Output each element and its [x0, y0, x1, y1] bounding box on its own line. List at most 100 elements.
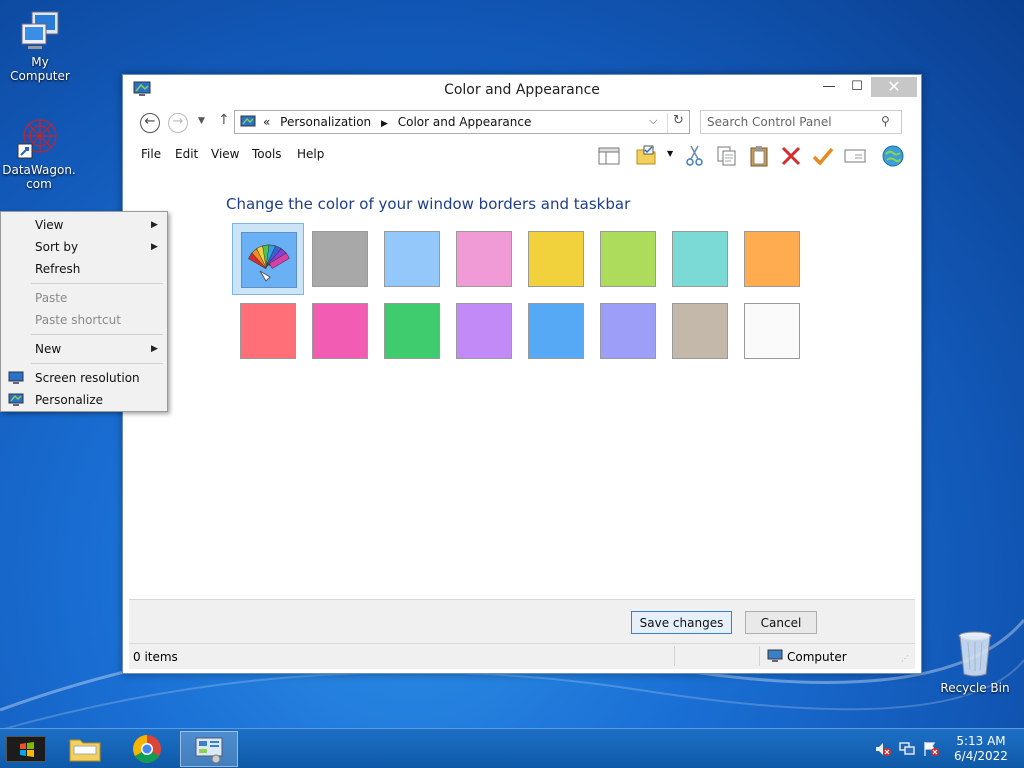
color-swatch-fill	[241, 232, 297, 288]
color-swatch-periwinkle[interactable]	[592, 295, 664, 367]
submenu-arrow-icon: ▶	[151, 220, 158, 230]
color-swatch-custom-color[interactable]	[232, 223, 304, 295]
breadcrumb-separator-icon: ▶	[380, 119, 388, 129]
control-panel-icon	[240, 115, 256, 127]
computer-icon	[21, 11, 59, 49]
taskbar-file-explorer[interactable]	[62, 731, 108, 767]
taskbar-chrome[interactable]	[124, 731, 170, 767]
color-swatch-lime[interactable]	[592, 223, 664, 295]
color-swatch-red[interactable]	[232, 295, 304, 367]
search-box[interactable]: ⚲	[700, 110, 902, 134]
forward-button[interactable]: →	[168, 113, 188, 133]
ctx-sort-by[interactable]: Sort by	[35, 240, 78, 254]
search-icon: ⚲	[881, 114, 890, 128]
menu-file[interactable]: File	[141, 147, 161, 161]
chrome-icon	[133, 735, 161, 763]
save-changes-button[interactable]: Save changes	[631, 611, 732, 634]
submenu-arrow-icon: ▶	[151, 242, 158, 252]
ctx-view[interactable]: View	[35, 218, 63, 232]
ctx-screen-resolution[interactable]: Screen resolution	[35, 371, 140, 385]
folder-checkbox-icon[interactable]	[635, 144, 659, 168]
menu-help[interactable]: Help	[297, 147, 324, 161]
ctx-paste: Paste	[35, 291, 68, 305]
color-swatch-fill	[744, 303, 800, 359]
action-bar: Save changes Cancel	[129, 599, 915, 643]
desktop-icon-my-computer[interactable]: My Computer	[0, 10, 80, 83]
globe-icon[interactable]	[881, 144, 905, 168]
color-swatch-purple[interactable]	[448, 295, 520, 367]
color-swatch-teal[interactable]	[664, 223, 736, 295]
ctx-new[interactable]: New	[35, 342, 61, 356]
datawagon-logo-icon	[17, 119, 57, 159]
up-arrow-icon[interactable]: ↑	[218, 112, 230, 128]
address-bar[interactable]: « Personalization ▶ Color and Appearance…	[234, 110, 690, 134]
network-icon[interactable]	[898, 741, 916, 757]
back-button[interactable]: ←	[140, 113, 160, 133]
color-swatch-fill	[528, 231, 584, 287]
menu-separator	[31, 363, 163, 364]
recent-pages-chevron-icon[interactable]: ▼	[198, 116, 205, 126]
breadcrumb: « Personalization ▶ Color and Appearance	[263, 115, 537, 129]
paste-icon[interactable]	[747, 144, 771, 168]
system-clock[interactable]: 5:13 AM 6/4/2022	[948, 734, 1014, 764]
color-swatch-fill	[384, 231, 440, 287]
color-swatch-fill	[240, 303, 296, 359]
copy-icon[interactable]	[715, 144, 739, 168]
minimize-button[interactable]: —	[815, 77, 843, 97]
color-swatch-white[interactable]	[736, 295, 808, 367]
refresh-button[interactable]: ↻	[667, 113, 689, 133]
cancel-button[interactable]: Cancel	[745, 611, 817, 634]
color-swatch-magenta[interactable]	[304, 295, 376, 367]
clock-date: 6/4/2022	[954, 749, 1008, 763]
properties-icon[interactable]	[843, 144, 867, 168]
color-swatch-orange[interactable]	[736, 223, 808, 295]
menu-separator	[31, 283, 163, 284]
volume-muted-icon[interactable]	[874, 741, 892, 757]
desktop-icon-recycle-bin[interactable]: Recycle Bin	[935, 630, 1015, 695]
folder-icon	[69, 739, 101, 762]
breadcrumb-overflow[interactable]: «	[263, 115, 270, 129]
color-swatch-taupe[interactable]	[664, 295, 736, 367]
color-swatch-gray[interactable]	[304, 223, 376, 295]
breadcrumb-personalization[interactable]: Personalization	[280, 115, 371, 129]
maximize-button[interactable]: ☐	[843, 77, 871, 97]
breadcrumb-color-appearance[interactable]: Color and Appearance	[398, 115, 532, 129]
status-bar: 0 items Computer ⋰	[129, 643, 915, 669]
start-button[interactable]	[6, 736, 46, 762]
taskbar-control-panel[interactable]	[180, 731, 238, 767]
color-swatch-fill	[600, 303, 656, 359]
folder-options-chevron-icon[interactable]: ▼	[667, 149, 673, 158]
color-swatch-blue[interactable]	[520, 295, 592, 367]
back-arrow-icon: ←	[144, 114, 156, 129]
desktop-icon-label: My Computer	[10, 55, 70, 83]
window-title: Color and Appearance	[444, 82, 600, 98]
color-swatch-yellow[interactable]	[520, 223, 592, 295]
desktop-icon-label: Recycle Bin	[940, 681, 1010, 695]
desktop-icon-datawagon[interactable]: DataWagon.com	[0, 114, 78, 191]
checkmark-icon[interactable]	[811, 144, 835, 168]
windows-logo-icon	[20, 742, 34, 757]
status-divider	[674, 646, 675, 666]
menu-edit[interactable]: Edit	[175, 147, 198, 161]
action-center-flag-icon[interactable]	[922, 741, 940, 757]
page-heading: Change the color of your window borders …	[226, 195, 631, 213]
color-swatch-green[interactable]	[376, 295, 448, 367]
menu-separator	[31, 334, 163, 335]
cut-icon[interactable]	[683, 144, 707, 168]
search-input[interactable]	[707, 114, 877, 130]
resize-grip-icon[interactable]: ⋰	[901, 654, 909, 663]
ctx-refresh[interactable]: Refresh	[35, 262, 80, 276]
color-swatch-pink[interactable]	[448, 223, 520, 295]
personalize-icon	[8, 393, 24, 406]
menu-tools[interactable]: Tools	[252, 147, 282, 161]
layout-pane-icon[interactable]	[597, 144, 621, 168]
window-titlebar[interactable]: Color and Appearance — ☐ ✕	[123, 75, 921, 105]
computer-icon	[767, 649, 783, 662]
address-dropdown-chevron-icon[interactable]: ⌵	[649, 114, 657, 128]
color-palette-icon	[248, 244, 290, 282]
ctx-personalize[interactable]: Personalize	[35, 393, 103, 407]
color-swatch-sky-blue[interactable]	[376, 223, 448, 295]
delete-icon[interactable]	[779, 144, 803, 168]
close-button[interactable]: ✕	[871, 77, 917, 97]
menu-view[interactable]: View	[211, 147, 239, 161]
